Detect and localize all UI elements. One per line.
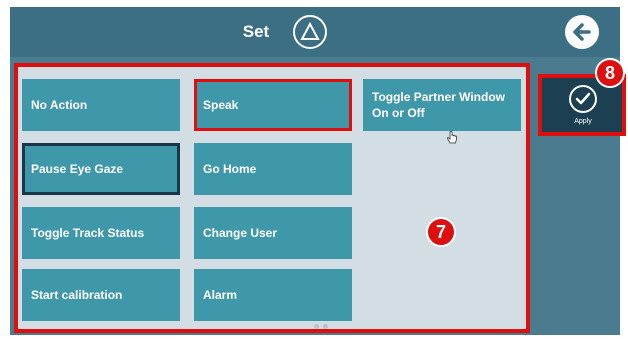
tile-label: Speak (203, 98, 239, 112)
triangle-up-icon (300, 22, 320, 40)
tile-go-home[interactable]: Go Home (194, 143, 352, 195)
tile-label: No Action (31, 98, 88, 112)
tile-start-calibration[interactable]: Start calibration (22, 269, 180, 321)
tile-label: Pause Eye Gaze (31, 162, 124, 176)
apply-label: Apply (574, 118, 592, 125)
hand-cursor-icon (447, 131, 457, 144)
tile-label: Alarm (203, 288, 238, 302)
tile-speak[interactable]: Speak (194, 79, 352, 131)
triangle-up-button[interactable] (293, 15, 327, 49)
tile-label: Toggle Partner Window On or Off (372, 90, 506, 120)
tile-pause-eye-gaze[interactable]: Pause Eye Gaze (22, 143, 180, 195)
tile-toggle-partner-window[interactable]: Toggle Partner Window On or Off (363, 79, 521, 131)
tile-alarm[interactable]: Alarm (194, 269, 352, 321)
tile-label: Toggle Track Status (31, 226, 145, 240)
header-bar: Set (10, 7, 620, 57)
callout-badge-8: 8 (595, 58, 625, 88)
tile-label: Go Home (203, 162, 257, 176)
page-indicator (314, 324, 334, 330)
arrow-left-circle-icon (573, 23, 591, 41)
apply-button[interactable]: Apply (545, 81, 619, 129)
tile-toggle-track-status[interactable]: Toggle Track Status (22, 207, 180, 259)
tile-change-user[interactable]: Change User (194, 207, 352, 259)
back-button[interactable] (565, 15, 599, 49)
page-title: Set (242, 22, 270, 41)
callout-badge-7: 7 (426, 217, 456, 247)
tile-label: Change User (203, 226, 278, 240)
tile-no-action[interactable]: No Action (22, 79, 180, 131)
action-tiles-panel: No Action Pause Eye Gaze Toggle Track St… (14, 63, 530, 333)
tile-label: Start calibration (31, 288, 123, 302)
page-dot (323, 324, 328, 329)
checkmark-circle-icon (569, 85, 597, 113)
page-dot (314, 324, 319, 329)
